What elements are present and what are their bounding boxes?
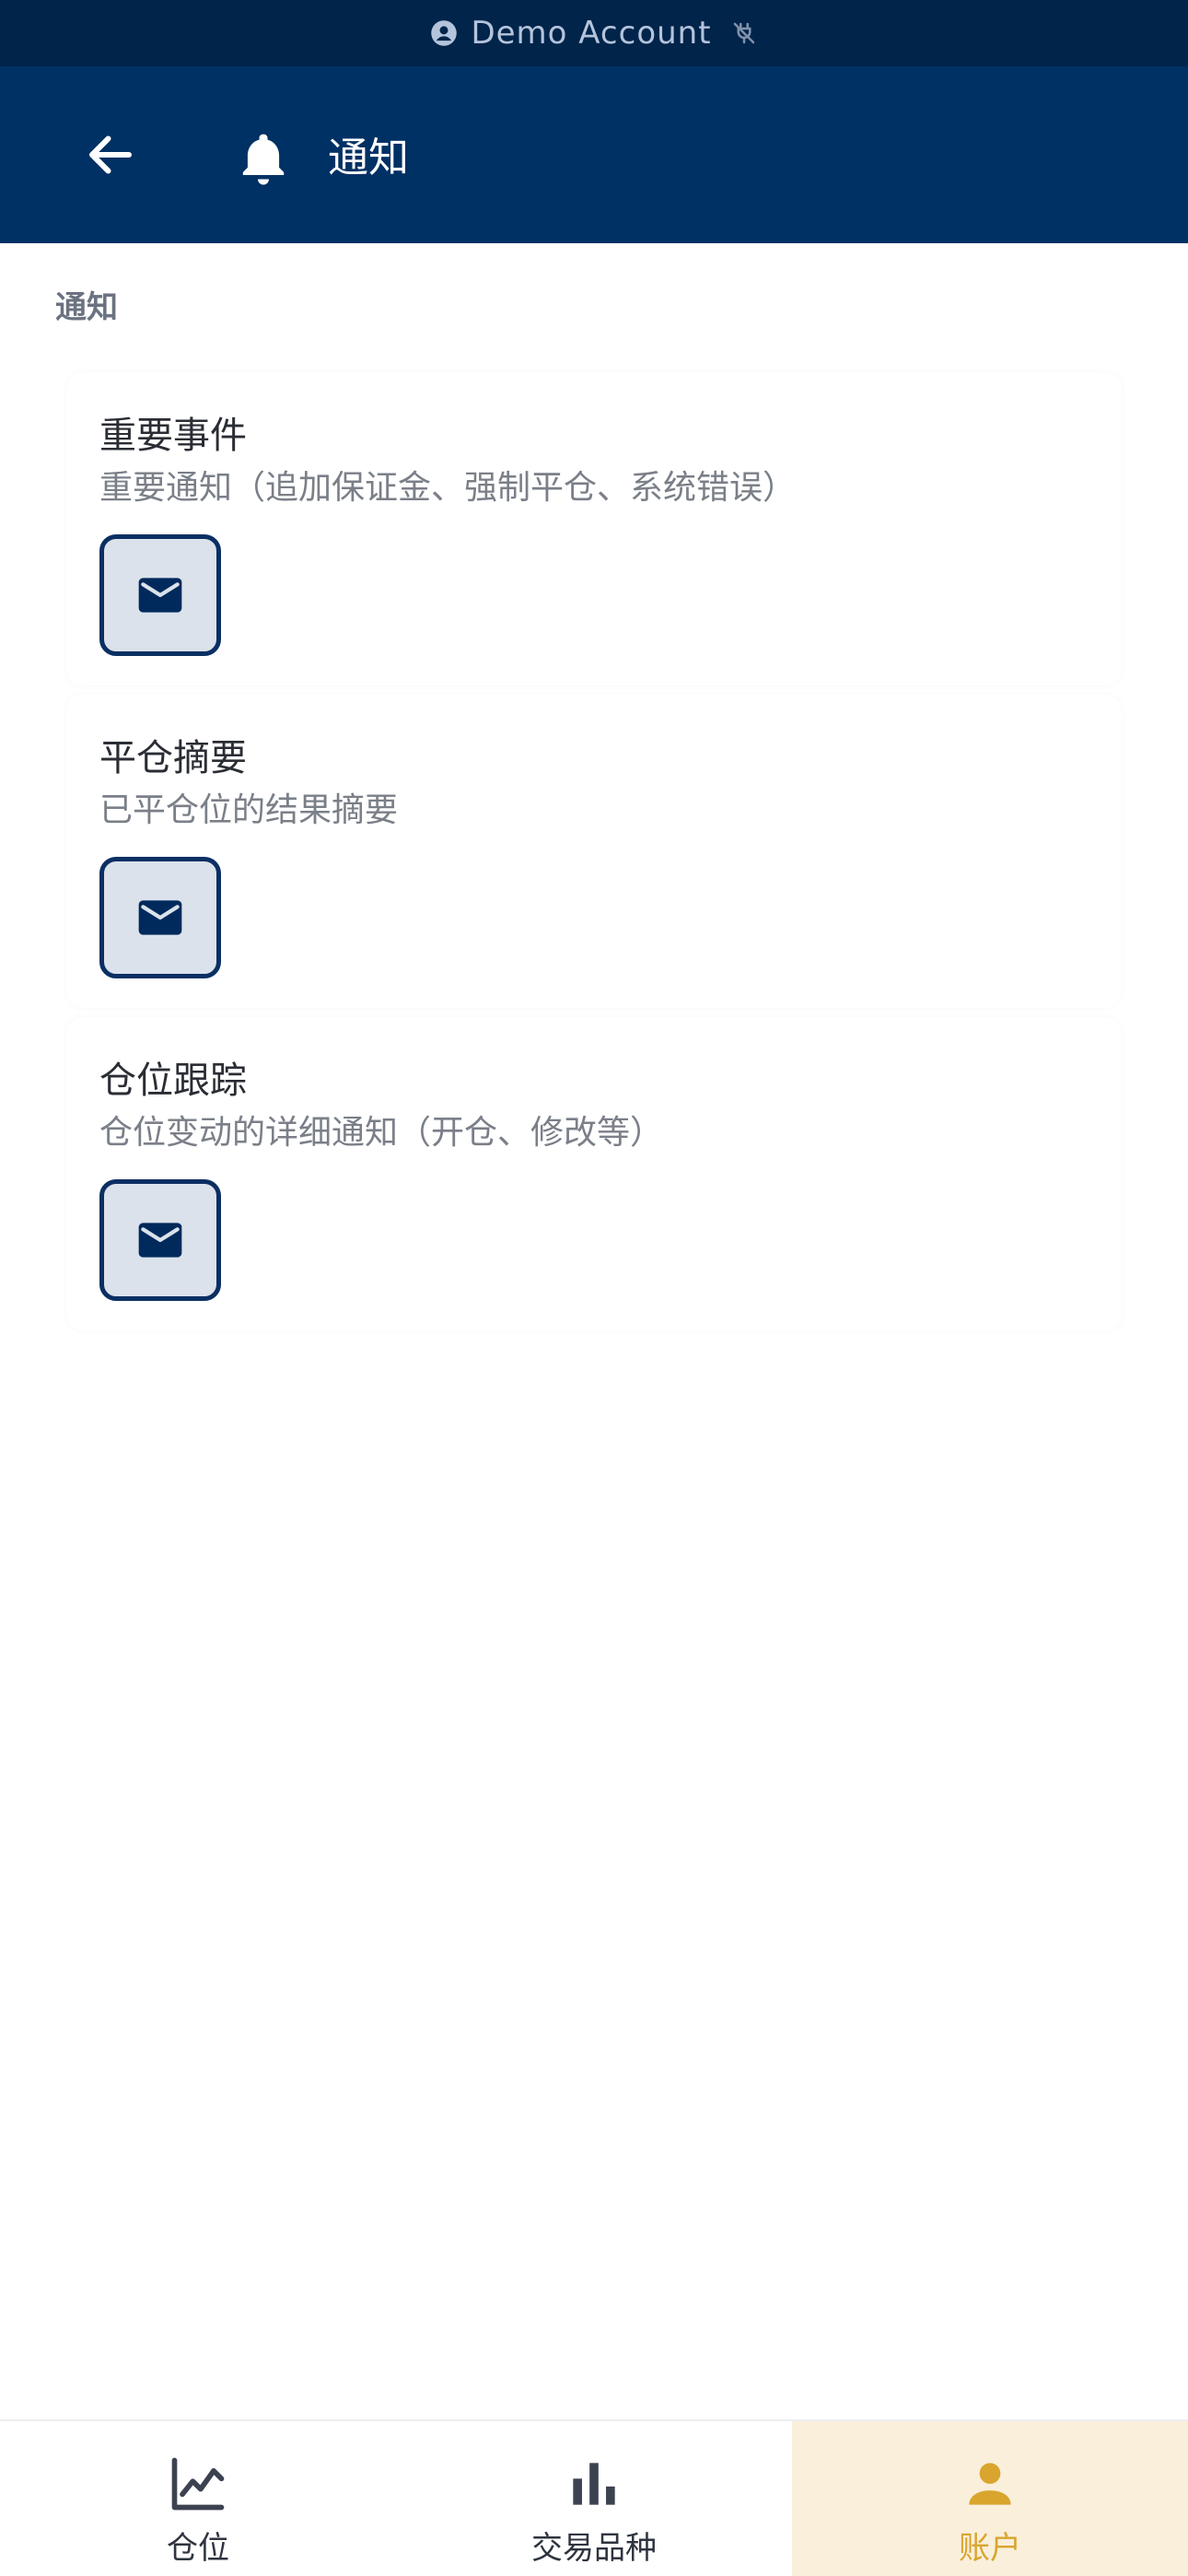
email-toggle-button[interactable] [99,534,221,656]
notification-card-important-events: 重要事件 重要通知（追加保证金、强制平仓、系统错误） [66,372,1122,685]
app-header: 通知 [0,66,1188,243]
back-button[interactable] [77,122,144,188]
arrow-left-icon [89,135,132,174]
nav-item-positions[interactable]: 仓位 [0,2421,396,2576]
notification-card-close-summary: 平仓摘要 已平仓位的结果摘要 [66,695,1122,1008]
page-title: 通知 [328,135,409,181]
notifications-screen: Demo Account 通知 通知 重要事件 重要通知（追加保证金、强制平仓、… [0,0,1188,2576]
card-description: 重要通知（追加保证金、强制平仓、系统错误） [99,469,797,507]
account-label: Demo Account [471,15,712,52]
nav-label: 交易品种 [531,2530,657,2567]
mail-icon [138,900,182,935]
line-chart-icon [171,2457,225,2511]
email-toggle-button[interactable] [99,1179,221,1301]
account-circle-icon [431,20,458,46]
connection-off-icon [733,22,754,44]
nav-item-account[interactable]: 账户 [792,2421,1188,2576]
bar-chart-icon [573,2463,615,2505]
person-icon [969,2463,1011,2505]
mail-icon [138,578,182,613]
card-title: 平仓摘要 [99,737,247,779]
card-description: 已平仓位的结果摘要 [99,791,399,829]
mail-icon [138,1223,182,1258]
nav-item-instruments[interactable]: 交易品种 [396,2421,792,2576]
nav-label: 账户 [959,2530,1021,2567]
bottom-nav: 仓位 交易品种 账户 [0,2419,1188,2576]
card-title: 仓位跟踪 [99,1060,247,1102]
section-label: 通知 [55,289,118,326]
account-bar: Demo Account [0,0,1188,66]
notification-card-position-tracking: 仓位跟踪 仓位变动的详细通知（开仓、修改等） [66,1017,1122,1330]
card-title: 重要事件 [99,415,247,457]
bell-icon [242,134,285,185]
card-description: 仓位变动的详细通知（开仓、修改等） [99,1114,664,1152]
email-toggle-button[interactable] [99,857,221,978]
nav-label: 仓位 [167,2530,229,2567]
